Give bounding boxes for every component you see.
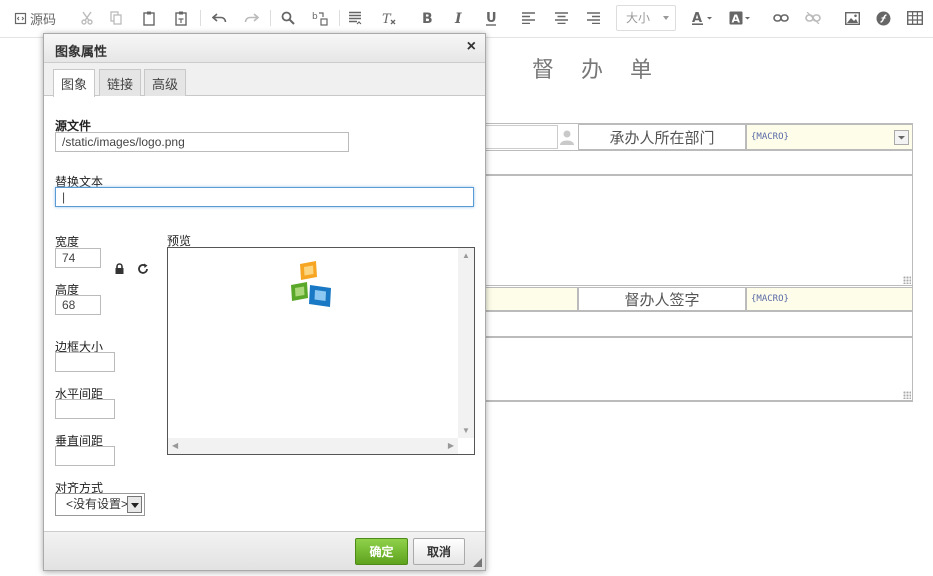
font-size-placeholder: 大小 bbox=[626, 11, 651, 25]
logo-icon bbox=[291, 261, 331, 307]
bold-icon[interactable]: B bbox=[418, 7, 436, 29]
underline-icon[interactable]: U bbox=[482, 7, 500, 29]
toolbar-divider bbox=[339, 10, 340, 26]
svg-text:T: T bbox=[382, 12, 392, 26]
italic-icon[interactable]: I bbox=[450, 7, 468, 29]
content-row bbox=[485, 311, 913, 337]
table-icon[interactable] bbox=[906, 7, 924, 29]
supervisor-sign-field[interactable]: {MACRO} bbox=[746, 287, 913, 311]
link-icon[interactable] bbox=[772, 7, 790, 29]
width-input[interactable]: 74 bbox=[55, 248, 101, 268]
hspace-input[interactable] bbox=[55, 399, 115, 419]
close-icon[interactable]: × bbox=[467, 38, 476, 56]
source-file-input[interactable]: /static/images/logo.png bbox=[55, 132, 349, 152]
paragraph-format-icon[interactable] bbox=[346, 7, 364, 29]
height-input[interactable]: 68 bbox=[55, 295, 101, 315]
vspace-input[interactable] bbox=[55, 446, 115, 466]
align-value: <没有设置> bbox=[66, 497, 129, 511]
document-title: 督 办 单 bbox=[532, 58, 662, 83]
source-button[interactable]: 源码 bbox=[10, 7, 60, 29]
tab-advanced[interactable]: 高级 bbox=[144, 69, 186, 96]
content-row bbox=[485, 150, 913, 175]
align-left-icon[interactable] bbox=[520, 7, 536, 29]
vertical-scrollbar[interactable]: ▲ ▼ bbox=[458, 248, 474, 438]
toolbar-divider bbox=[200, 10, 201, 26]
svg-text:b: b bbox=[312, 12, 318, 22]
border-size-input[interactable] bbox=[55, 352, 115, 372]
background-color-button[interactable]: A bbox=[728, 7, 754, 29]
macro-text: {MACRO} bbox=[751, 132, 789, 142]
document-table: 承办人所在部门 {MACRO} 督办人签字 {MACRO} bbox=[484, 123, 913, 402]
chevron-down-icon bbox=[663, 16, 669, 20]
text-color-button[interactable]: A bbox=[690, 7, 716, 29]
svg-text:A: A bbox=[732, 13, 741, 26]
chevron-down-icon[interactable] bbox=[894, 130, 909, 145]
remove-format-icon[interactable]: T bbox=[380, 7, 398, 29]
resize-grip-icon[interactable] bbox=[903, 276, 911, 284]
font-size-select[interactable]: 大小 bbox=[616, 5, 676, 31]
alt-text-input[interactable]: | bbox=[55, 187, 474, 207]
dialog-title: 图象属性 bbox=[55, 44, 108, 59]
scroll-right-icon[interactable]: ▶ bbox=[448, 441, 454, 450]
handler-dept-label: 承办人所在部门 bbox=[578, 124, 746, 150]
scroll-down-icon[interactable]: ▼ bbox=[462, 426, 470, 435]
undo-icon[interactable] bbox=[210, 7, 228, 29]
cut-icon[interactable] bbox=[78, 7, 96, 29]
scroll-left-icon[interactable]: ◀ bbox=[172, 441, 178, 450]
ok-button[interactable]: 确定 bbox=[355, 538, 408, 565]
svg-text:B: B bbox=[422, 11, 433, 25]
handler-dept-select[interactable]: {MACRO} bbox=[746, 124, 913, 150]
background-color-icon: A bbox=[729, 11, 750, 26]
lock-ratio-icon[interactable] bbox=[114, 263, 125, 277]
dialog-footer: 确定 取消 bbox=[44, 531, 485, 570]
logo-image bbox=[290, 260, 336, 313]
svg-text:A: A bbox=[692, 11, 702, 25]
image-properties-dialog: 图象属性 × 图象 链接 高级 源文件 /static/images/logo.… bbox=[43, 33, 486, 571]
paste-text-icon[interactable] bbox=[172, 7, 190, 29]
resize-grip-icon[interactable] bbox=[903, 391, 911, 399]
text-color-icon: A bbox=[692, 11, 712, 25]
unlink-icon[interactable] bbox=[804, 7, 822, 29]
source-label: 源码 bbox=[29, 11, 56, 27]
scroll-up-icon[interactable]: ▲ bbox=[462, 251, 470, 260]
tab-link[interactable]: 链接 bbox=[99, 69, 141, 96]
supervisor-sign-label: 督办人签字 bbox=[578, 287, 746, 311]
svg-text:U: U bbox=[486, 11, 497, 26]
redo-icon[interactable] bbox=[242, 7, 260, 29]
image-icon[interactable] bbox=[843, 7, 861, 29]
align-center-icon[interactable] bbox=[553, 7, 569, 29]
content-textarea[interactable] bbox=[485, 175, 913, 286]
cancel-button[interactable]: 取消 bbox=[413, 538, 465, 565]
flash-icon[interactable] bbox=[874, 7, 892, 29]
source-code-icon bbox=[14, 12, 27, 24]
user-picker-icon[interactable] bbox=[557, 127, 577, 147]
svg-text:I: I bbox=[454, 11, 462, 25]
dialog-header[interactable]: 图象属性 × bbox=[44, 34, 485, 63]
preview-pane: ▲ ▼ ◀ ▶ bbox=[167, 247, 475, 455]
horizontal-scrollbar[interactable]: ◀ ▶ bbox=[168, 438, 458, 454]
content-textarea[interactable] bbox=[485, 337, 913, 401]
chevron-down-icon[interactable] bbox=[127, 496, 142, 513]
macro-field-left[interactable] bbox=[485, 287, 578, 311]
toolbar-divider bbox=[270, 10, 271, 26]
align-right-icon[interactable] bbox=[585, 7, 601, 29]
paste-icon[interactable] bbox=[140, 7, 158, 29]
copy-icon[interactable] bbox=[107, 7, 125, 29]
replace-icon[interactable]: b bbox=[310, 7, 330, 29]
dialog-tabs: 图象 链接 高级 bbox=[44, 63, 485, 97]
search-icon[interactable] bbox=[279, 7, 297, 29]
dialog-resize-grip-icon[interactable] bbox=[473, 558, 482, 567]
tab-image[interactable]: 图象 bbox=[53, 69, 95, 97]
align-select[interactable]: <没有设置> bbox=[55, 493, 145, 516]
reset-size-icon[interactable] bbox=[137, 263, 149, 278]
handler-name-input[interactable] bbox=[484, 125, 558, 149]
